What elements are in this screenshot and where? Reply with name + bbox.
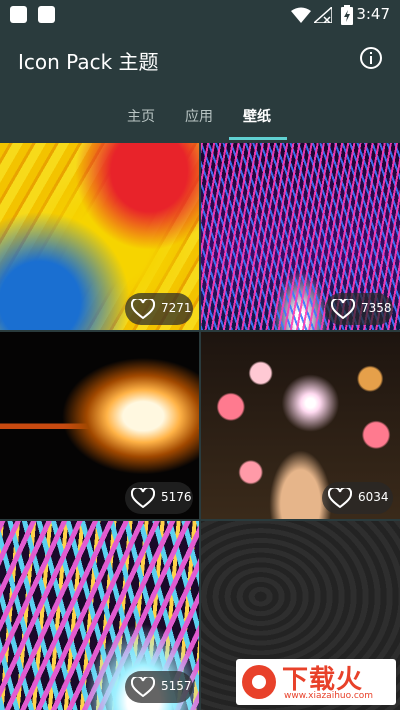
like-button[interactable]: 7358 [325, 293, 393, 325]
like-count: 5176 [161, 490, 192, 504]
like-button[interactable]: 5176 [125, 482, 193, 514]
wifi-icon [291, 7, 311, 23]
status-time: 3:47 [356, 5, 390, 23]
like-count: 6034 [358, 490, 389, 504]
no-signal-icon [314, 7, 332, 23]
heart-icon [131, 677, 155, 697]
like-count: 5157 [161, 679, 192, 693]
wallpaper-tile[interactable]: 7271 [0, 143, 199, 330]
tab-apps[interactable]: 应用 [185, 106, 213, 126]
heart-icon [328, 488, 352, 508]
like-button[interactable]: 7271 [125, 293, 193, 325]
heart-icon [131, 299, 155, 319]
battery-charging-icon [341, 5, 353, 25]
like-count: 7271 [161, 301, 192, 315]
watermark-url: www.xiazaihuo.com [284, 691, 374, 701]
like-count: 7358 [361, 301, 392, 315]
info-icon[interactable] [360, 47, 382, 69]
notification-square-icon [10, 6, 27, 23]
wallpaper-grid: 7271 7358 5176 6034 5157 [0, 143, 400, 710]
wallpaper-tile[interactable]: 7358 [201, 143, 400, 330]
app-bar: Icon Pack 主题 [0, 30, 400, 90]
tab-bar: 主页 应用 壁纸 [0, 96, 400, 142]
tab-wallpapers[interactable]: 壁纸 [243, 106, 271, 126]
like-button[interactable]: 6034 [322, 482, 393, 514]
heart-icon [131, 488, 155, 508]
watermark-logo: 下载火 www.xiazaihuo.com [236, 659, 396, 705]
wallpaper-tile[interactable]: 5176 [0, 332, 199, 519]
page-title: Icon Pack 主题 [18, 50, 159, 74]
flame-logo-icon [242, 665, 276, 699]
wallpaper-tile[interactable]: 5157 [0, 521, 199, 710]
notification-square-icon [38, 6, 55, 23]
tab-home[interactable]: 主页 [127, 106, 155, 126]
tab-indicator [229, 137, 287, 140]
status-bar: 3:47 [0, 0, 400, 30]
like-button[interactable]: 5157 [125, 671, 193, 703]
wallpaper-tile[interactable]: 6034 [201, 332, 400, 519]
heart-icon [331, 299, 355, 319]
